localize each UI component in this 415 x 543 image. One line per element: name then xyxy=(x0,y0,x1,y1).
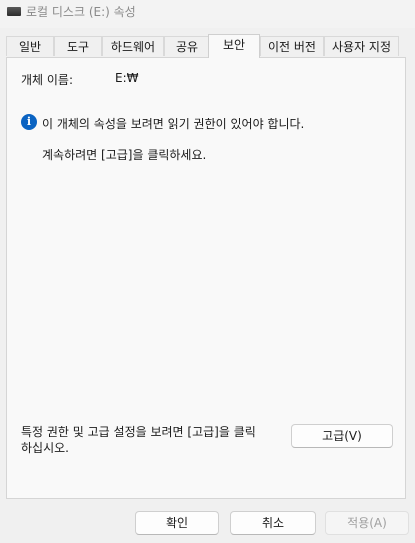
ok-button[interactable]: 확인 xyxy=(135,511,219,535)
cancel-button[interactable]: 취소 xyxy=(230,511,316,535)
apply-button[interactable]: 적용(A) xyxy=(325,511,409,535)
advanced-hint-line1: 특정 권한 및 고급 설정을 보려면 [고급]을 클릭 xyxy=(21,425,256,439)
drive-icon xyxy=(7,7,21,16)
title-bar: 로컬 디스크 (E:) 속성 xyxy=(0,0,415,28)
tab-sharing[interactable]: 공유 xyxy=(164,36,210,56)
tab-tools[interactable]: 도구 xyxy=(54,36,102,56)
tab-hardware[interactable]: 하드웨어 xyxy=(102,36,164,56)
tab-general[interactable]: 일반 xyxy=(6,36,54,56)
continue-message: 계속하려면 [고급]을 클릭하세요. xyxy=(42,148,207,162)
tab-customize[interactable]: 사용자 지정 xyxy=(324,36,399,56)
object-name-label: 개체 이름: xyxy=(21,73,74,87)
window-title: 로컬 디스크 (E:) 속성 xyxy=(26,5,136,19)
advanced-button[interactable]: 고급(V) xyxy=(291,424,393,448)
advanced-hint-line2: 하십시오. xyxy=(21,441,69,455)
security-panel: 개체 이름: E:₩ i 이 개체의 속성을 보려면 읽기 권한이 있어야 합니… xyxy=(6,57,406,499)
info-icon: i xyxy=(21,114,37,130)
tab-strip: 일반 도구 하드웨어 공유 보안 이전 버전 사용자 지정 xyxy=(0,34,415,58)
info-message: 이 개체의 속성을 보려면 읽기 권한이 있어야 합니다. xyxy=(42,117,305,131)
object-name-value: E:₩ xyxy=(115,71,139,85)
tab-previous-versions[interactable]: 이전 버전 xyxy=(260,36,324,56)
tab-security[interactable]: 보안 xyxy=(208,34,260,58)
